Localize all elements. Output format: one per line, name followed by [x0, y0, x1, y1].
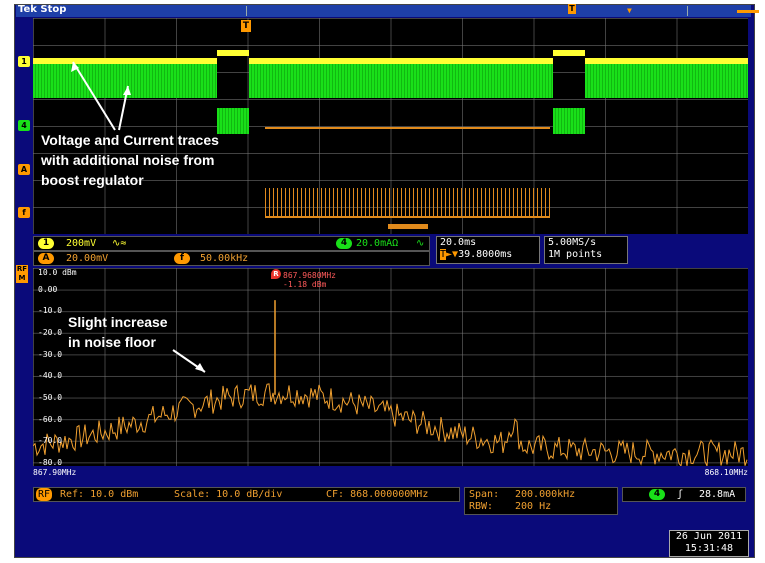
span-rbw-box[interactable]: Span: 200.000kHz RBW: 200 Hz [464, 487, 618, 515]
trigger-position-icon[interactable]: T [568, 4, 576, 14]
rf-marker-icon[interactable]: RF M [16, 265, 28, 283]
marker-readout: 867.9680MHz -1.18 dBm [283, 271, 336, 289]
timebase-value: 20.0ms [440, 237, 477, 248]
annotation-arrows [71, 61, 131, 131]
span-label: Span: [469, 489, 500, 500]
math-badge: A [38, 253, 54, 264]
span-value: 200.000kHz [515, 489, 576, 500]
rbw-value: 200 Hz [515, 501, 552, 512]
brand-run-state: Tek Stop [18, 4, 67, 15]
ch1-ch4-status-row[interactable]: 1 200mV ∿≈ 4 20.0mAΩ ∿ [33, 236, 430, 251]
trigger-source-badge: 4 [649, 489, 665, 500]
acquisition-box[interactable]: 5.00MS/s 1M points [544, 236, 628, 264]
top-status-bar: Tek Stop T ▼ [16, 4, 759, 17]
frequency-axis: 867.90MHz 868.10MHz [33, 468, 748, 478]
rf-badge: RF [36, 488, 53, 501]
f-marker-icon[interactable]: f [18, 207, 30, 218]
ch4-badge: 4 [336, 238, 352, 249]
center-frequency: CF: 868.000000MHz [326, 489, 429, 500]
timebase-box[interactable]: 20.0ms T►▼39.8000ms [436, 236, 540, 264]
f-frequency: 50.00kHz [200, 253, 249, 264]
ch1-scale: 200mV [66, 238, 97, 249]
ch4-scale: 20.0mAΩ [356, 238, 399, 249]
time-domain-display[interactable]: Voltage and Current traces with addition… [33, 18, 748, 234]
trigger-readout[interactable]: 4 ʃ 28.8mA [622, 487, 746, 502]
f-badge: f [174, 253, 190, 264]
ruler-segment [737, 10, 759, 13]
channel-status: 1 200mV ∿≈ 4 20.0mAΩ ∿ A 20.00mV f 50.00… [33, 236, 430, 266]
record-ruler[interactable]: T ▼ [246, 4, 759, 16]
start-frequency: 867.90MHz [33, 468, 77, 477]
trigger-point-icon[interactable]: T [241, 20, 251, 32]
ref-level: Ref: 10.0 dBm [60, 489, 139, 500]
trigger-level: 28.8mA [699, 489, 736, 500]
date-time: 26 Jun 2011 15:31:48 [669, 530, 749, 557]
trigger-position-readout: T►▼39.8000ms [440, 249, 513, 260]
rbw-label: RBW: [469, 501, 494, 512]
math-marker-icon[interactable]: A [18, 164, 30, 175]
time-pointer-icon: ▼ [627, 6, 632, 15]
ch1-coupling: ∿≈ [112, 238, 127, 249]
stop-frequency: 868.10MHz [704, 468, 748, 477]
math-scale: 20.00mV [66, 253, 109, 264]
ch4-marker-icon[interactable]: 4 [18, 120, 30, 131]
noise-arrow [172, 349, 206, 373]
ch1-badge: 1 [38, 238, 54, 249]
ch1-marker-icon[interactable]: 1 [18, 56, 30, 67]
record-length: 1M points [548, 249, 603, 260]
ch4-coupling: ∿ [416, 238, 425, 249]
frequency-domain-display[interactable]: 10.0 dBm 0.00 -10.0 -20.0 -30.0 -40.0 -5… [33, 268, 748, 466]
rf-settings-bar[interactable]: RF Ref: 10.0 dBm Scale: 10.0 dB/div CF: … [33, 487, 460, 502]
sample-rate: 5.00MS/s [548, 237, 597, 248]
reference-marker-icon[interactable]: R [271, 269, 281, 279]
scale-setting: Scale: 10.0 dB/div [174, 489, 283, 500]
math-status-row[interactable]: A 20.00mV f 50.00kHz [33, 251, 430, 266]
trigger-slope-icon: ʃ [677, 489, 684, 500]
